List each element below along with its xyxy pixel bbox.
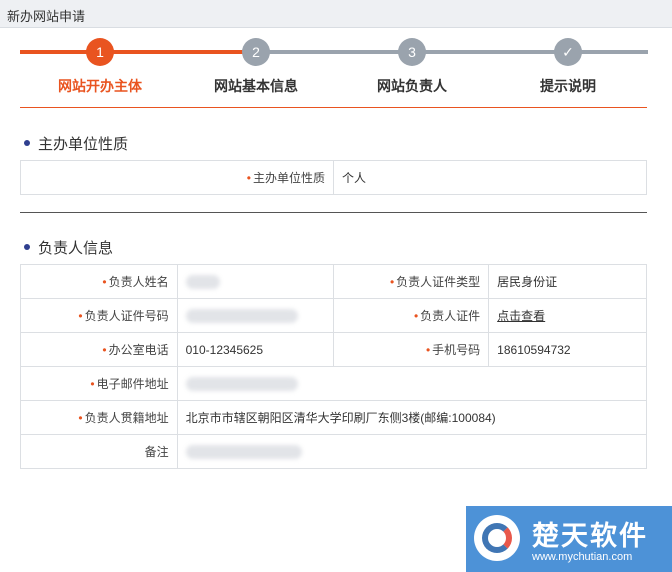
redacted-value <box>185 274 220 289</box>
required-mark-icon: • <box>90 377 95 391</box>
required-mark-icon: • <box>102 343 107 357</box>
bullet-icon <box>24 140 30 147</box>
divider <box>20 212 647 213</box>
table-row: • 办公室电话 010-12345625 • 手机号码 18610594732 <box>20 332 647 367</box>
section-title-text: 负责人信息 <box>38 240 114 257</box>
step-3-circle: 3 <box>398 38 426 66</box>
step-1[interactable]: 1 网站开办主体 <box>25 38 175 96</box>
label-text: 负责人姓名 <box>108 275 169 289</box>
watermark-title: 楚天软件 <box>532 521 648 551</box>
sponsor-nature-value: 个人 <box>333 160 647 195</box>
step-1-label: 网站开办主体 <box>58 78 142 94</box>
required-mark-icon: • <box>425 343 431 357</box>
label-text: 办公室电话 <box>108 343 169 357</box>
email-label: • 电子邮件地址 <box>20 366 178 401</box>
step-4-label: 提示说明 <box>540 78 596 94</box>
table-row: • 负责人贯籍地址 北京市市辖区朝阳区清华大学印刷厂东侧3楼(邮编:100084) <box>20 400 648 435</box>
watermark: 楚天软件 www.mychutian.com <box>466 506 672 572</box>
redacted-value <box>185 376 298 391</box>
sponsor-nature-label: • 主办单位性质 <box>20 160 334 195</box>
mobile-label: • 手机号码 <box>332 332 490 367</box>
step-2-label: 网站基本信息 <box>214 78 298 94</box>
address-label: • 负责人贯籍地址 <box>20 400 178 435</box>
label-text: 手机号码 <box>432 343 481 357</box>
office-phone-value: 010-12345625 <box>176 332 334 367</box>
label-text: 负责人证件号码 <box>84 309 169 323</box>
label-text: 负责人证件类型 <box>396 275 481 289</box>
id-number-value <box>176 298 334 333</box>
step-4[interactable]: ✓ 提示说明 <box>493 38 643 96</box>
required-mark-icon: • <box>102 275 107 289</box>
owner-name-label: • 负责人姓名 <box>20 264 178 299</box>
table-row: • 电子邮件地址 <box>20 366 648 401</box>
step-3[interactable]: 3 网站负责人 <box>337 38 487 96</box>
remark-value <box>176 434 648 469</box>
required-mark-icon: • <box>389 275 395 289</box>
step-3-label: 网站负责人 <box>377 78 447 94</box>
section-title-owner-info: 负责人信息 <box>24 237 113 258</box>
section-title-sponsor-type: 主办单位性质 <box>24 133 128 154</box>
owner-info-table: • 负责人姓名 • 负责人证件类型 居民身份证 • 负责人证件号码 • 负责人证件 点击… <box>20 264 648 469</box>
required-mark-icon: • <box>413 309 419 323</box>
id-type-label: • 负责人证件类型 <box>332 264 490 299</box>
table-row: • 主办单位性质 个人 <box>20 160 647 195</box>
step-2[interactable]: 2 网站基本信息 <box>181 38 331 96</box>
id-document-cell: 点击查看 <box>488 298 647 333</box>
id-document-label: • 负责人证件 <box>332 298 490 333</box>
redacted-value <box>185 308 298 323</box>
step-4-check-icon: ✓ <box>554 38 582 66</box>
step-1-circle: 1 <box>86 38 114 66</box>
section-title-text: 主办单位性质 <box>38 136 129 153</box>
divider <box>20 107 647 108</box>
label-text: 主办单位性质 <box>252 171 325 185</box>
table-row: • 负责人证件号码 • 负责人证件 点击查看 <box>20 298 647 333</box>
table-row: 备注 <box>20 434 648 469</box>
window-title: 新办网站申请 <box>7 9 86 24</box>
required-mark-icon: • <box>78 411 83 425</box>
label-text: 电子邮件地址 <box>96 377 169 391</box>
office-phone-label: • 办公室电话 <box>20 332 178 367</box>
watermark-url: www.mychutian.com <box>532 551 633 563</box>
email-value <box>176 366 648 401</box>
label-text: 负责人证件 <box>420 309 481 323</box>
step-2-circle: 2 <box>242 38 270 66</box>
table-row: • 负责人姓名 • 负责人证件类型 居民身份证 <box>20 264 647 299</box>
label-text: 负责人贯籍地址 <box>84 411 169 425</box>
bullet-icon <box>24 244 30 251</box>
required-mark-icon: • <box>246 171 251 185</box>
id-type-value: 居民身份证 <box>488 264 647 299</box>
watermark-logo-icon <box>474 515 520 561</box>
step-indicator: 1 网站开办主体 2 网站基本信息 3 网站负责人 ✓ 提示说明 <box>20 38 648 94</box>
window-titlebar: 新办网站申请 <box>0 0 672 28</box>
id-number-label: • 负责人证件号码 <box>20 298 178 333</box>
redacted-value <box>185 444 302 459</box>
sponsor-type-table: • 主办单位性质 个人 <box>20 160 647 195</box>
remark-label: 备注 <box>20 434 178 469</box>
owner-name-value <box>176 264 334 299</box>
view-document-link[interactable]: 点击查看 <box>497 309 545 323</box>
address-value: 北京市市辖区朝阳区清华大学印刷厂东侧3楼(邮编:100084) <box>176 400 648 435</box>
required-mark-icon: • <box>78 309 83 323</box>
mobile-value: 18610594732 <box>488 332 647 367</box>
